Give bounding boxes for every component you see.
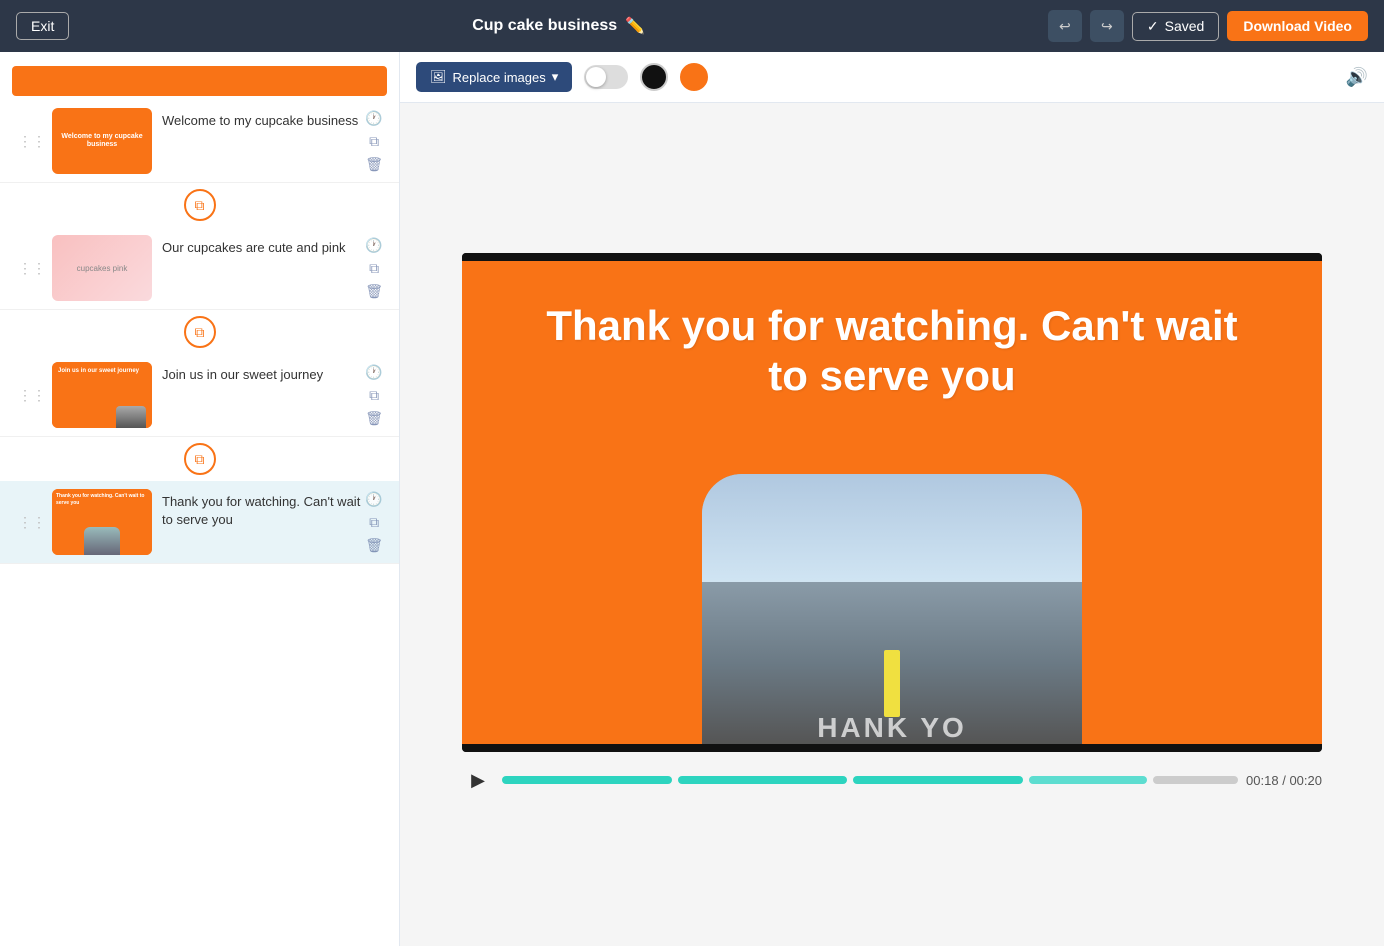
delete-icon[interactable]: 🗑 <box>365 156 383 173</box>
duplicate-icon[interactable]: ⧉ <box>369 514 379 531</box>
undo-button[interactable]: ↩ <box>1048 10 1082 42</box>
exit-button[interactable]: Exit <box>16 12 69 40</box>
black-bar-bottom <box>462 744 1322 752</box>
slide-1-info: Welcome to my cupcake business <box>162 108 361 174</box>
drag-handle[interactable]: ⋮⋮ <box>12 489 52 555</box>
timing-icon[interactable]: 🕐 <box>365 110 382 127</box>
redo-button[interactable]: ↪ <box>1090 10 1124 42</box>
progress-segment-2 <box>678 776 848 784</box>
video-preview-area: Thank you for watching. Can't wait to se… <box>400 103 1384 946</box>
slide-1-thumbnail: Welcome to my cupcake business <box>52 108 152 174</box>
progress-segment-1 <box>502 776 672 784</box>
progress-segment-3 <box>853 776 1023 784</box>
slide-1-title: Welcome to my cupcake business <box>162 112 361 130</box>
video-image-container: HANK YO <box>702 474 1082 744</box>
timing-icon[interactable]: 🕐 <box>365 364 382 381</box>
slide-4-actions: 🕐 ⧉ 🗑 <box>361 489 387 555</box>
current-time: 00:18 <box>1246 773 1279 788</box>
color-swatch-orange[interactable] <box>680 63 708 91</box>
slide-1-actions: 🕐 ⧉ 🗑 <box>361 108 387 174</box>
delete-icon[interactable]: 🗑 <box>365 537 383 554</box>
play-button[interactable]: ▶ <box>462 764 494 796</box>
partial-slide-top <box>12 66 387 96</box>
header-left: Exit <box>16 12 69 40</box>
transition-circle-2[interactable]: ⧉ <box>184 316 216 348</box>
main-layout: ⋮⋮ Welcome to my cupcake business Welcom… <box>0 52 1384 946</box>
drag-handle[interactable]: ⋮⋮ <box>12 235 52 301</box>
progress-segment-5 <box>1153 776 1238 784</box>
header-right: ↩ ↪ ✓ Saved Download Video <box>1048 10 1368 42</box>
color-swatch-black[interactable] <box>640 63 668 91</box>
slide-4-title: Thank you for watching. Can't wait to se… <box>162 493 361 529</box>
saved-label: Saved <box>1165 18 1205 34</box>
black-bar-top <box>462 253 1322 261</box>
volume-button[interactable]: 🔊 <box>1346 67 1368 88</box>
timing-icon[interactable]: 🕐 <box>365 237 382 254</box>
toggle-switch[interactable] <box>584 65 628 89</box>
timing-icon[interactable]: 🕐 <box>365 491 382 508</box>
road-sky <box>702 474 1082 596</box>
slide-3-info: Join us in our sweet journey <box>162 362 361 428</box>
duplicate-icon[interactable]: ⧉ <box>369 260 379 277</box>
download-video-button[interactable]: Download Video <box>1227 11 1368 41</box>
slides-sidebar: ⋮⋮ Welcome to my cupcake business Welcom… <box>0 52 400 946</box>
replace-images-label: Replace images <box>453 70 546 85</box>
video-time-display: 00:18 / 00:20 <box>1246 773 1322 788</box>
slide-3-thumbnail: Join us in our sweet journey <box>52 362 152 428</box>
editor-toolbar: 🖼 Replace images ▾ 🔊 <box>400 52 1384 103</box>
transition-circle-3[interactable]: ⧉ <box>184 443 216 475</box>
transition-circle-1[interactable]: ⧉ <box>184 189 216 221</box>
saved-button[interactable]: ✓ Saved <box>1132 12 1219 41</box>
slide-item[interactable]: ⋮⋮ cupcakes pink Our cupcakes are cute a… <box>0 227 399 310</box>
dropdown-chevron-icon: ▾ <box>552 69 559 85</box>
delete-icon[interactable]: 🗑 <box>365 283 383 300</box>
slide-1-thumb-text: Welcome to my cupcake business <box>52 129 152 154</box>
slide-4-thumb-text: Thank you for watching. Can't wait to se… <box>56 493 152 506</box>
image-icon: 🖼 <box>430 69 447 85</box>
slide-item[interactable]: ⋮⋮ Join us in our sweet journey Join us … <box>0 354 399 437</box>
road-lane <box>884 650 899 718</box>
slide-2-thumbnail: cupcakes pink <box>52 235 152 301</box>
delete-icon[interactable]: 🗑 <box>365 410 383 427</box>
slide-4-info: Thank you for watching. Can't wait to se… <box>162 489 361 555</box>
content-area: 🖼 Replace images ▾ 🔊 Thank you for watch… <box>400 52 1384 946</box>
slide-2-title: Our cupcakes are cute and pink <box>162 239 361 257</box>
video-progress-area: ▶ 00:18 / 00:20 <box>462 764 1322 796</box>
app-header: Exit Cup cake business ✏️ ↩ ↪ ✓ Saved Do… <box>0 0 1384 52</box>
transition-3: ⧉ <box>0 437 399 481</box>
drag-handle[interactable]: ⋮⋮ <box>12 362 52 428</box>
toggle-knob <box>586 67 606 87</box>
slide-3-thumb-text: Join us in our sweet journey <box>58 368 139 374</box>
road-image: HANK YO <box>702 474 1082 744</box>
header-center: Cup cake business ✏️ <box>472 16 645 36</box>
slide-2-info: Our cupcakes are cute and pink <box>162 235 361 301</box>
slide-2-actions: 🕐 ⧉ 🗑 <box>361 235 387 301</box>
drag-handle[interactable]: ⋮⋮ <box>12 108 52 174</box>
duplicate-icon[interactable]: ⧉ <box>369 387 379 404</box>
duplicate-icon[interactable]: ⧉ <box>369 133 379 150</box>
video-container: Thank you for watching. Can't wait to se… <box>462 253 1322 753</box>
slide-3-title: Join us in our sweet journey <box>162 366 361 384</box>
slide-item-active[interactable]: ⋮⋮ Thank you for watching. Can't wait to… <box>0 481 399 564</box>
slide-4-thumbnail: Thank you for watching. Can't wait to se… <box>52 489 152 555</box>
road-text-overlay: HANK YO <box>817 712 967 744</box>
progress-segments[interactable] <box>502 776 1238 784</box>
video-slide: Thank you for watching. Can't wait to se… <box>462 261 1322 745</box>
checkmark-icon: ✓ <box>1147 18 1159 35</box>
progress-segment-4 <box>1029 776 1148 784</box>
edit-title-icon[interactable]: ✏️ <box>625 16 645 36</box>
transition-2: ⧉ <box>0 310 399 354</box>
total-time: 00:20 <box>1289 773 1322 788</box>
transition-1: ⧉ <box>0 183 399 227</box>
slide-3-actions: 🕐 ⧉ 🗑 <box>361 362 387 428</box>
project-title: Cup cake business <box>472 17 617 35</box>
slide-item[interactable]: ⋮⋮ Welcome to my cupcake business Welcom… <box>0 100 399 183</box>
slide-2-thumb-text: cupcakes pink <box>73 260 132 277</box>
video-slide-title: Thank you for watching. Can't wait to se… <box>522 301 1262 402</box>
replace-images-button[interactable]: 🖼 Replace images ▾ <box>416 62 572 92</box>
